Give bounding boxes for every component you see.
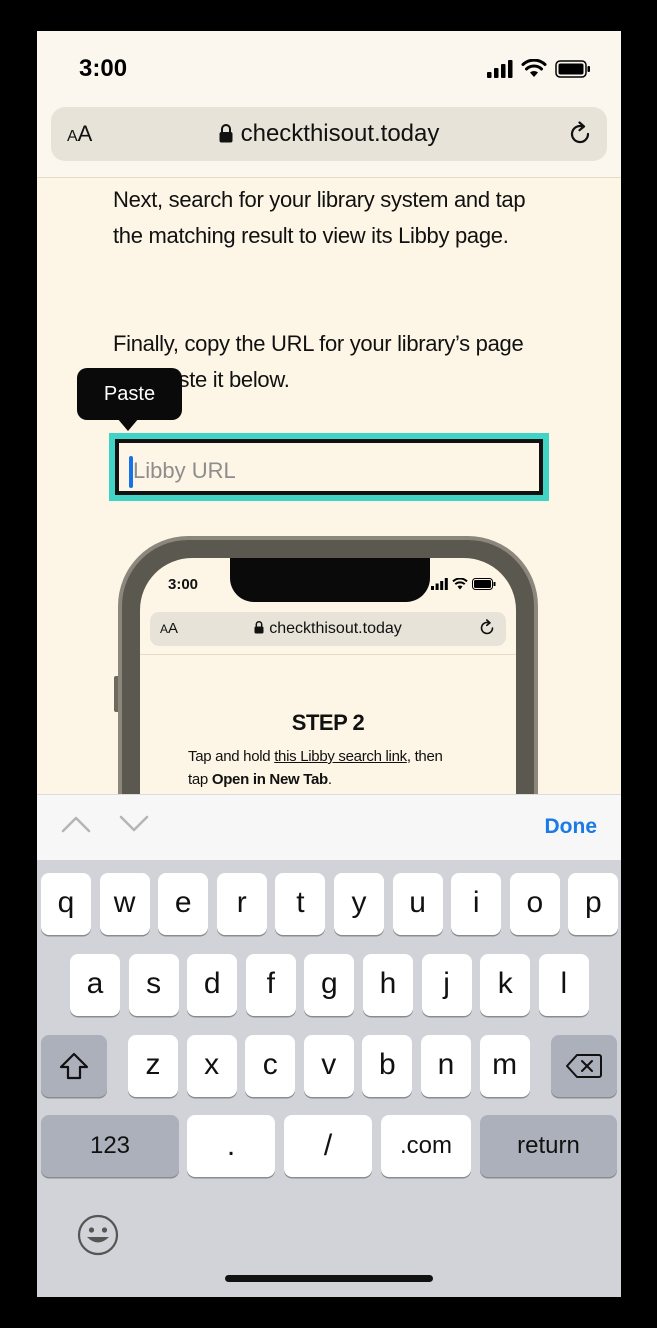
illustration-notch (230, 558, 430, 602)
illustration-reload-icon (480, 619, 494, 635)
illustration-phone-screen: 3:00 AA checkthisout.today STEP 2 Tap an… (140, 558, 516, 794)
backspace-key[interactable] (551, 1035, 617, 1097)
key-h[interactable]: h (363, 954, 413, 1016)
instruction-paragraph-1: Next, search for your library system and… (113, 187, 526, 248)
key-i[interactable]: i (451, 873, 502, 935)
status-icons (487, 59, 591, 78)
shift-arrow-icon (59, 1052, 89, 1080)
lock-icon (219, 124, 233, 143)
address-bar[interactable]: AA checkthisout.today (51, 107, 607, 161)
key-z[interactable]: z (128, 1035, 178, 1097)
key-s[interactable]: s (128, 954, 179, 1016)
key-m[interactable]: m (479, 1035, 530, 1097)
dot-key[interactable]: . (187, 1115, 275, 1177)
shift-key[interactable] (41, 1035, 107, 1097)
key-a[interactable]: a (70, 954, 120, 1016)
illustration-address-bar: AA checkthisout.today (150, 612, 506, 646)
illustration-battery-icon (472, 578, 496, 590)
paste-button[interactable]: Paste (77, 368, 182, 420)
key-g[interactable]: g (304, 954, 355, 1016)
illustration-status-icons (431, 578, 496, 590)
dotcom-key[interactable]: .com (381, 1115, 471, 1177)
key-l[interactable]: l (538, 954, 589, 1016)
key-p[interactable]: p (568, 873, 619, 935)
reload-icon[interactable] (567, 121, 593, 147)
previous-field-chevron-up-icon[interactable] (61, 815, 91, 833)
key-u[interactable]: u (392, 873, 443, 935)
illustration-time: 3:00 (168, 576, 199, 593)
keyboard-accessory-bar: Done (37, 794, 621, 861)
key-e[interactable]: e (158, 873, 209, 935)
key-c[interactable]: c (245, 1035, 296, 1097)
illustration-url: checkthisout.today (150, 620, 506, 638)
url-display[interactable]: checkthisout.today (51, 120, 607, 148)
key-k[interactable]: k (480, 954, 531, 1016)
signal-icon (487, 59, 513, 78)
home-indicator (225, 1275, 433, 1282)
illustration-divider (140, 654, 516, 655)
key-j[interactable]: j (421, 954, 472, 1016)
key-w[interactable]: w (99, 873, 150, 935)
key-q[interactable]: q (41, 873, 91, 935)
key-y[interactable]: y (334, 873, 384, 935)
return-key[interactable]: return (480, 1115, 617, 1177)
libby-url-input[interactable]: Libby URL (109, 433, 549, 501)
illustration-step-line-2: tap Open in New Tab. (188, 771, 332, 788)
status-time: 3:00 (79, 55, 128, 82)
page-content: Next, search for your library system and… (37, 178, 621, 794)
key-b[interactable]: b (362, 1035, 413, 1097)
key-x[interactable]: x (186, 1035, 237, 1097)
paste-popup-arrow (117, 418, 139, 431)
key-t[interactable]: t (275, 873, 326, 935)
numbers-key[interactable]: 123 (41, 1115, 179, 1177)
slash-key[interactable]: / (284, 1115, 372, 1177)
illustration-search-link: this Libby search link (274, 748, 407, 765)
keyboard: 123 . / .com return qwertyuiop asdfghjkl z… (37, 860, 621, 1297)
illustration-step-line-1: Tap and hold this Libby search link, the… (188, 748, 443, 765)
delete-icon (566, 1054, 602, 1078)
next-field-chevron-down-icon[interactable] (119, 815, 149, 833)
illustration-phone: 3:00 AA checkthisout.today STEP 2 Tap an… (118, 536, 538, 794)
illustration-step-title: STEP 2 (291, 710, 365, 735)
libby-url-placeholder: Libby URL (133, 458, 236, 483)
status-bar: 3:00 (37, 31, 621, 103)
illustration-wifi-icon (452, 578, 468, 590)
phone-screen: 3:00 AA checkthisout.today Next, search … (37, 31, 621, 1297)
wifi-icon (521, 59, 547, 77)
battery-icon (555, 59, 590, 78)
key-v[interactable]: v (303, 1035, 354, 1097)
done-button[interactable]: Done (545, 815, 598, 839)
libby-url-input-box[interactable]: Libby URL (115, 439, 543, 495)
key-r[interactable]: r (216, 873, 267, 935)
key-n[interactable]: n (421, 1035, 471, 1097)
illustration-lock-icon (254, 621, 264, 634)
illustration-signal-icon (431, 578, 448, 590)
url-text: checkthisout.today (240, 120, 440, 147)
key-d[interactable]: d (187, 954, 238, 1016)
key-f[interactable]: f (245, 954, 296, 1016)
emoji-icon[interactable] (77, 1214, 119, 1256)
browser-toolbar: AA checkthisout.today (37, 103, 621, 178)
key-o[interactable]: o (509, 873, 560, 935)
